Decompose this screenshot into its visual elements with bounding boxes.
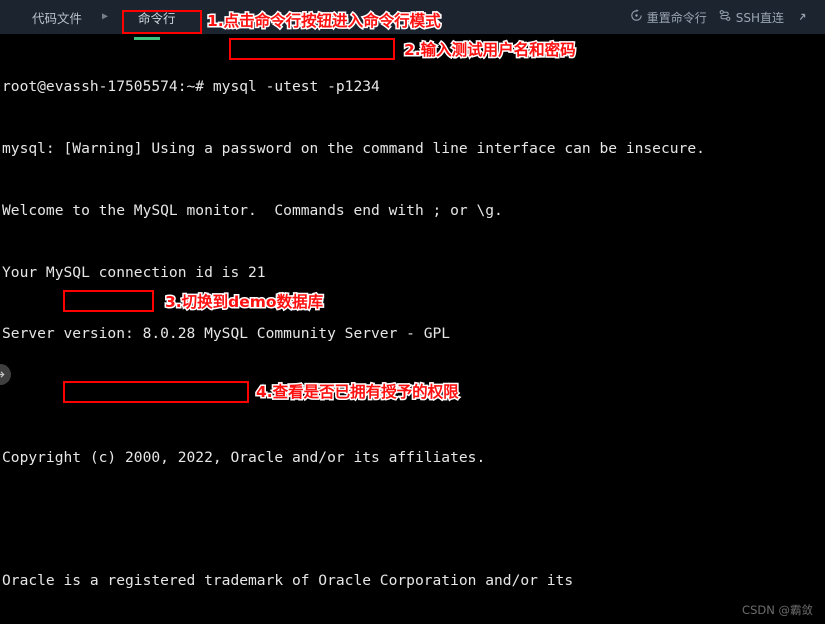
- ssh-direct-connect-button[interactable]: SSH直连: [718, 9, 784, 26]
- terminal-line: mysql: [Warning] Using a password on the…: [2, 139, 705, 157]
- arrow-right-icon: [0, 371, 5, 378]
- terminal-line: Oracle is a registered trademark of Orac…: [2, 572, 574, 590]
- ssh-direct-connect-label: SSH直连: [735, 10, 784, 25]
- terminal-output[interactable]: root@evassh-17505574:~# mysql -utest -p1…: [0, 34, 825, 624]
- annotation-3: 3.切换到demo数据库: [163, 292, 324, 313]
- annotation-4: 4.查看是否已拥有授予的权限: [255, 382, 461, 403]
- toolbar-tabs: 代码文件 ▶ 命令行: [26, 5, 194, 30]
- play-triangle-icon: ▶: [102, 11, 109, 22]
- terminal-line: Copyright (c) 2000, 2022, Oracle and/or …: [2, 448, 486, 466]
- active-session-marker: [134, 37, 160, 40]
- reset-command-line-button[interactable]: 重置命令行: [630, 9, 707, 26]
- refresh-icon: [630, 9, 643, 25]
- tab-command-line[interactable]: 命令行: [120, 5, 194, 30]
- terminal-line: Server version: 8.0.28 MySQL Community S…: [2, 325, 451, 343]
- expand-arrow-icon[interactable]: [795, 10, 809, 24]
- annotation-1: 1.点击命令行按钮进入命令行模式: [206, 11, 443, 32]
- reset-command-line-label: 重置命令行: [646, 10, 707, 25]
- tab-code-files[interactable]: 代码文件: [26, 5, 88, 30]
- toolbar-actions: 重置命令行 SSH直连: [630, 9, 815, 26]
- screenshot-root: 代码文件 ▶ 命令行 重置命令行 SSH直连 root@evassh-17505…: [0, 0, 825, 624]
- annotation-2: 2.输入测试用户名和密码: [403, 40, 578, 61]
- csdn-watermark: CSDN @霸敛: [742, 603, 813, 617]
- link-nodes-icon: [718, 9, 732, 25]
- terminal-line: root@evassh-17505574:~# mysql -utest -p1…: [2, 78, 380, 96]
- terminal-line: Welcome to the MySQL monitor. Commands e…: [2, 201, 503, 219]
- terminal-line: Your MySQL connection id is 21: [2, 263, 266, 281]
